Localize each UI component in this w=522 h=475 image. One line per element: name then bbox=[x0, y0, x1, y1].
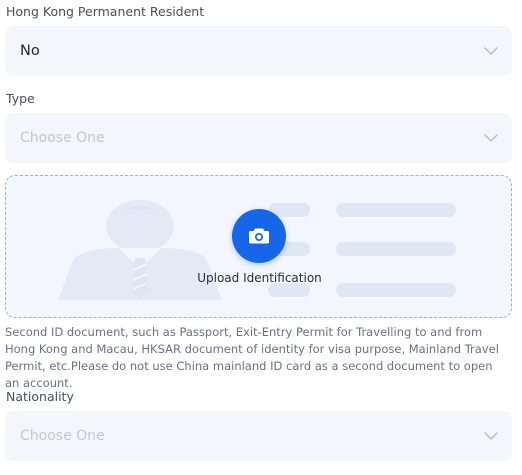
upload-identification-area[interactable]: Upload Identification bbox=[5, 175, 512, 318]
type-select[interactable]: Choose One bbox=[5, 113, 512, 163]
nationality-label: Nationality bbox=[6, 389, 74, 404]
placeholder-bar bbox=[336, 283, 456, 297]
placeholder-bar bbox=[268, 283, 310, 297]
type-label: Type bbox=[6, 91, 35, 106]
nationality-placeholder: Choose One bbox=[20, 428, 105, 444]
upload-identification-label: Upload Identification bbox=[197, 271, 322, 285]
placeholder-bar bbox=[336, 242, 456, 256]
placeholder-bar bbox=[336, 203, 456, 217]
second-id-hint: Second ID document, such as Passport, Ex… bbox=[5, 325, 499, 390]
type-placeholder: Choose One bbox=[20, 130, 105, 146]
chevron-down-icon bbox=[484, 131, 498, 145]
camera-icon bbox=[249, 228, 269, 244]
chevron-down-icon bbox=[484, 44, 498, 58]
chevron-down-icon bbox=[484, 429, 498, 443]
upload-camera-button[interactable] bbox=[232, 209, 286, 263]
nationality-select[interactable]: Choose One bbox=[5, 411, 512, 461]
id-person-illustration bbox=[58, 200, 222, 300]
hk-resident-value: No bbox=[20, 43, 40, 59]
hk-resident-label: Hong Kong Permanent Resident bbox=[6, 4, 205, 19]
hk-resident-select[interactable]: No bbox=[5, 26, 512, 76]
